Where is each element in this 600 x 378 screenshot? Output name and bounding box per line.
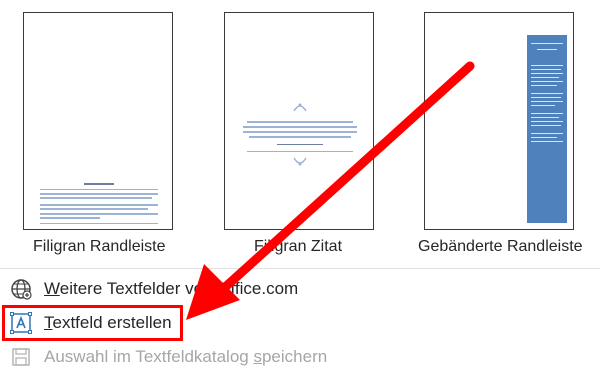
save-icon — [8, 344, 34, 370]
thumbnail-gebaenderte-randleiste[interactable] — [424, 12, 574, 230]
more-textboxes-office-com-item[interactable]: Weitere Textfelder von Office.com — [0, 272, 600, 306]
menu-item-label: Auswahl im Textfeldkatalog speichern — [44, 347, 328, 366]
textbox-gallery: Filigran Randleiste Filigran Zitat Gebän… — [0, 0, 600, 268]
ornament-icon — [293, 157, 307, 166]
ornament-icon — [293, 103, 307, 112]
thumbnail-filigran-zitat[interactable] — [224, 12, 374, 230]
create-textbox-item[interactable]: Textfeld erstellen — [0, 306, 600, 340]
textbox-icon — [8, 310, 34, 336]
thumbnail-label: Gebänderte Randleiste — [418, 238, 583, 255]
menu-item-label: Weitere Textfelder von Office.com — [44, 279, 299, 298]
menu-item-label: Textfeld erstellen — [44, 313, 172, 332]
blue-sidebar-band — [527, 35, 567, 223]
save-selection-to-gallery-item[interactable]: Auswahl im Textfeldkatalog speichern — [0, 340, 600, 374]
thumbnail-filigran-randleiste[interactable] — [23, 12, 173, 230]
thumbnail-label: Filigran Zitat — [254, 238, 343, 255]
globe-icon — [8, 276, 34, 302]
menu-divider — [0, 268, 600, 269]
thumbnail-label: Filigran Randleiste — [33, 238, 166, 255]
